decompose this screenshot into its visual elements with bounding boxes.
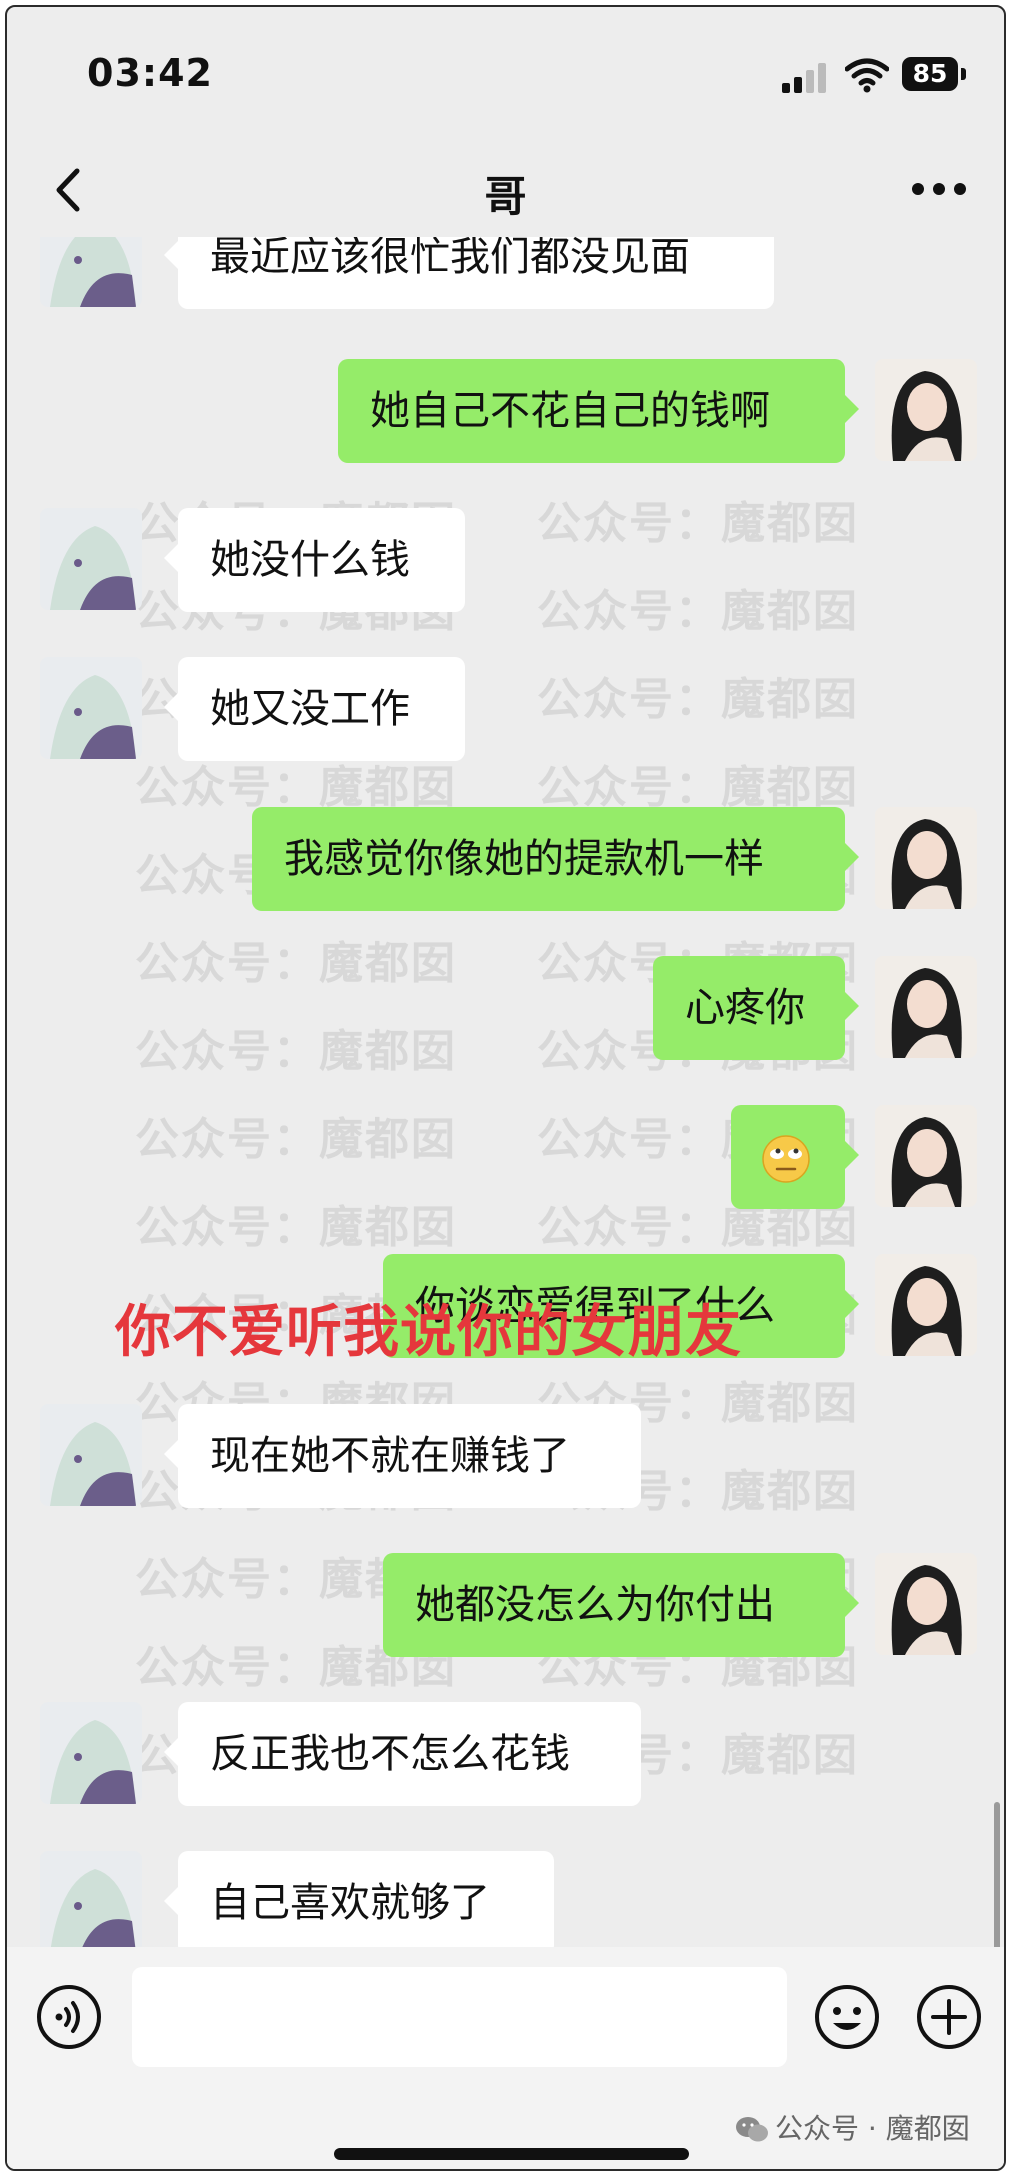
emoji-icon[interactable] [813, 1983, 881, 2051]
contact-avatar[interactable] [40, 1702, 142, 1804]
battery-tip [961, 68, 966, 80]
message-list[interactable]: 公众号：魔都囡 公众号：魔都囡 公众号：魔都囡 公众号：魔都囡 公众号：魔都囡 … [7, 237, 1004, 1947]
watermark-text: 公众号：魔都囡 [537, 762, 859, 813]
message-bubble-outgoing[interactable]: 她自己不花自己的钱啊 [338, 359, 859, 463]
phone-screen: 03:42 85 哥 公众号：魔都囡 公众号：魔都囡 公众号：魔都囡 公众号：魔… [5, 5, 1006, 2171]
my-avatar[interactable] [875, 956, 977, 1058]
message-bubble-outgoing[interactable]: 她都没怎么为你付出 [383, 1553, 859, 1657]
contact-avatar[interactable] [40, 237, 142, 307]
message-input[interactable] [132, 1967, 787, 2067]
overlay-caption: 你不爱听我说你的女朋友 [115, 1300, 742, 1365]
voice-icon[interactable] [35, 1983, 103, 2051]
watermark-text: 公众号：魔都囡 [135, 1026, 457, 1077]
home-indicator[interactable] [334, 2148, 689, 2160]
message-bubble-incoming[interactable]: 她没什么钱 [164, 508, 465, 612]
my-avatar[interactable] [875, 1254, 977, 1356]
eye-roll-emoji [762, 1135, 810, 1183]
message-bubble-outgoing[interactable] [731, 1105, 859, 1209]
more-options-icon[interactable] [912, 183, 966, 197]
watermark-text: 公众号：魔都囡 [135, 1114, 457, 1165]
message-bubble-incoming[interactable]: 自己喜欢就够了 [164, 1851, 554, 1947]
watermark-text: 公众号：魔都囡 [537, 586, 859, 637]
contact-avatar[interactable] [40, 1404, 142, 1506]
watermark-text: 公众号：魔都囡 [537, 674, 859, 725]
contact-avatar[interactable] [40, 508, 142, 610]
wifi-icon [845, 58, 889, 93]
message-bubble-incoming[interactable]: 现在她不就在赚钱了 [164, 1404, 641, 1508]
status-time: 03:42 [87, 51, 213, 95]
watermark-text: 公众号：魔都囡 [135, 938, 457, 989]
my-avatar[interactable] [875, 1553, 977, 1655]
cellular-signal-icon [782, 61, 830, 93]
watermark-text: 公众号：魔都囡 [135, 1202, 457, 1253]
plus-icon[interactable] [915, 1983, 983, 2051]
wechat-icon [736, 2117, 768, 2142]
message-bubble-outgoing[interactable]: 心疼你 [653, 956, 859, 1060]
source-tag-text: 公众号 · 魔都囡 [775, 2112, 970, 2145]
message-bubble-outgoing[interactable]: 我感觉你像她的提款机一样 [252, 807, 859, 911]
my-avatar[interactable] [875, 1105, 977, 1207]
my-avatar[interactable] [875, 807, 977, 909]
message-bubble-incoming[interactable]: 她又没工作 [164, 657, 465, 761]
message-bubble-incoming[interactable]: 最近应该很忙我们都没见面 [164, 237, 774, 309]
scrollbar[interactable] [994, 1802, 1000, 1947]
watermark-text: 公众号：魔都囡 [537, 498, 859, 549]
input-bar: 公众号 · 魔都囡 [7, 1947, 1004, 2169]
battery-icon: 85 [902, 57, 958, 91]
contact-avatar[interactable] [40, 657, 142, 759]
message-bubble-incoming[interactable]: 反正我也不怎么花钱 [164, 1702, 641, 1806]
status-bar: 03:42 85 [7, 7, 1004, 137]
watermark-layer: 公众号：魔都囡 公众号：魔都囡 公众号：魔都囡 公众号：魔都囡 公众号：魔都囡 … [7, 237, 1004, 1947]
source-tag: 公众号 · 魔都囡 [735, 2107, 970, 2147]
chat-header: 哥 [7, 137, 1004, 237]
contact-avatar[interactable] [40, 1851, 142, 1947]
my-avatar[interactable] [875, 359, 977, 461]
contact-name: 哥 [484, 172, 527, 221]
